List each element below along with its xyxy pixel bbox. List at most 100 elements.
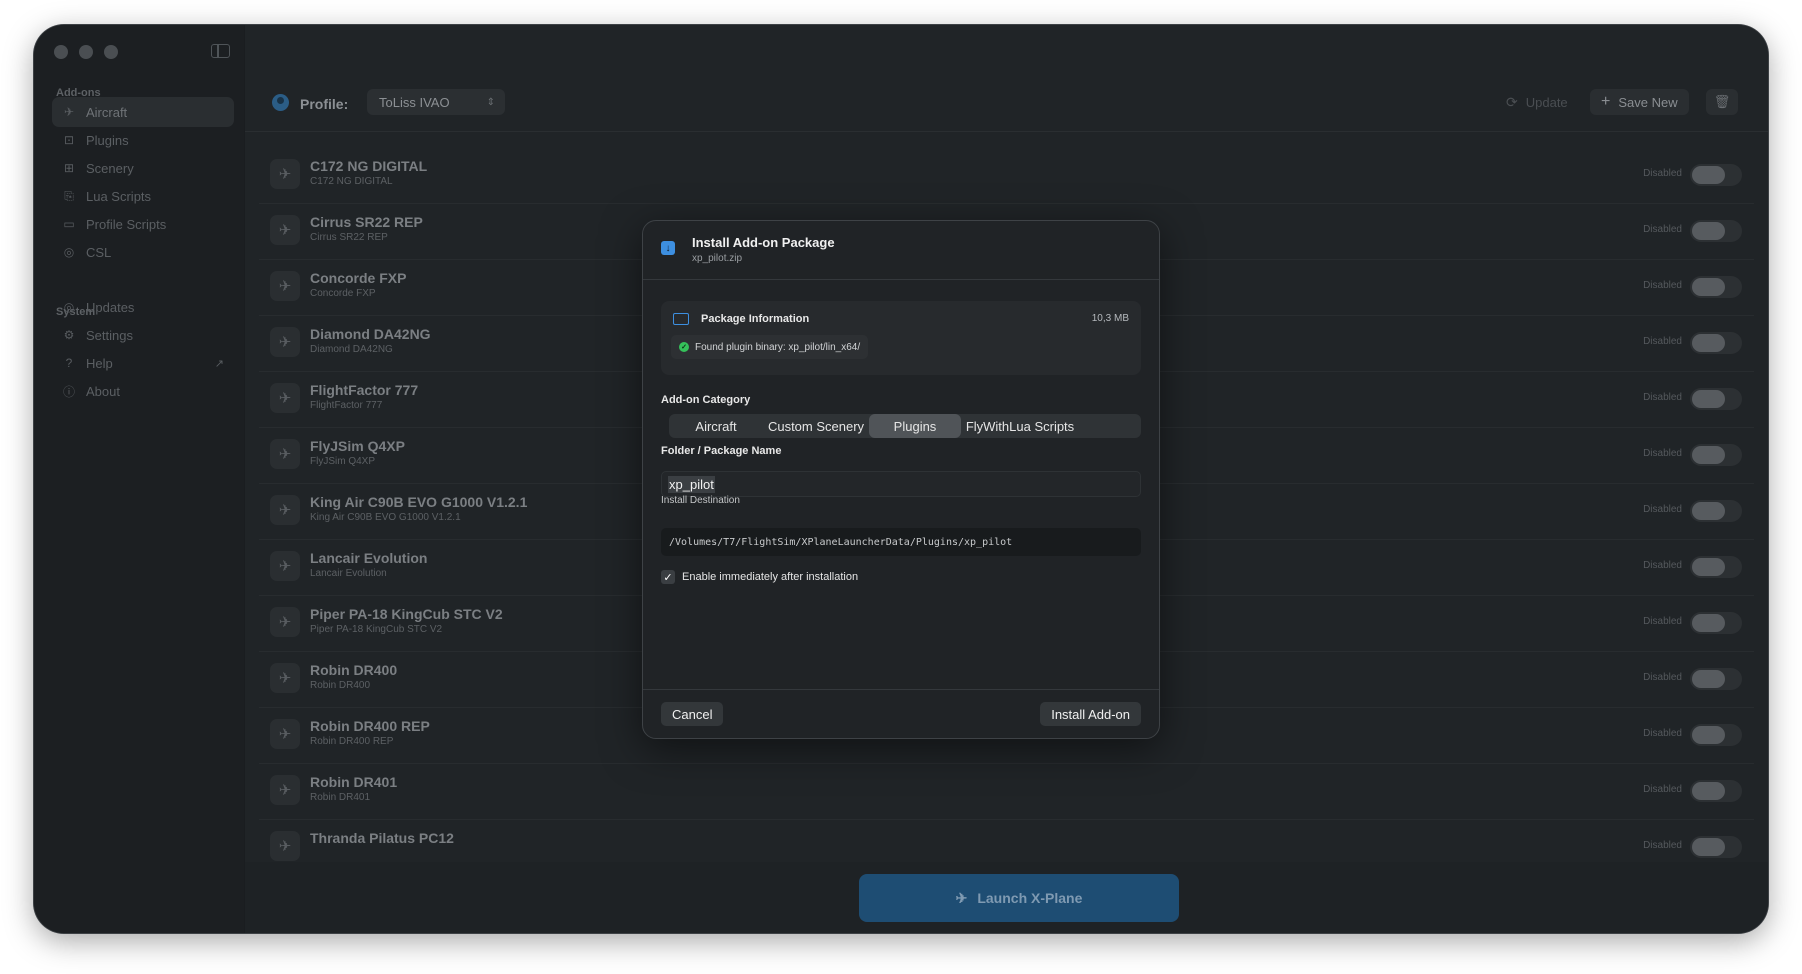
- status-label: Disabled: [1643, 616, 1682, 627]
- sidebar-item-about[interactable]: ⓘ About: [52, 376, 234, 406]
- close-window-button[interactable]: [54, 45, 68, 59]
- status-label: Disabled: [1643, 784, 1682, 795]
- sidebar-item-scenery[interactable]: ⊞ Scenery: [52, 153, 234, 183]
- aircraft-folder: Concorde FXP: [310, 288, 376, 299]
- airplane-icon: ✈: [270, 215, 300, 245]
- gear-icon: ⚙: [63, 328, 75, 342]
- airplane-icon: ✈: [270, 775, 300, 805]
- aircraft-folder: FlyJSim Q4XP: [310, 456, 376, 467]
- trash-icon: 🗑: [1713, 94, 1731, 109]
- aircraft-row[interactable]: ✈ Robin DR401 Robin DR401 Disabled: [259, 763, 1754, 820]
- sidebar-item-settings[interactable]: ⚙ Settings: [52, 320, 234, 350]
- enable-toggle[interactable]: [1690, 500, 1742, 522]
- category-aircraft[interactable]: Aircraft: [669, 414, 763, 438]
- status-label: Disabled: [1643, 336, 1682, 347]
- install-addon-button[interactable]: Install Add-on: [1040, 702, 1141, 726]
- enable-toggle[interactable]: [1690, 164, 1742, 186]
- sidebar-item-label: Plugins: [86, 132, 129, 148]
- help-icon: ?: [65, 356, 73, 370]
- enable-toggle[interactable]: [1690, 444, 1742, 466]
- airplane-icon: ✈: [270, 663, 300, 693]
- aircraft-name: FlightFactor 777: [310, 382, 419, 398]
- enable-toggle[interactable]: [1690, 276, 1742, 298]
- save-new-button[interactable]: + Save New: [1590, 89, 1689, 115]
- aircraft-name: Robin DR401: [310, 774, 398, 790]
- status-label: Disabled: [1643, 392, 1682, 403]
- enable-checkbox[interactable]: ✓: [661, 570, 675, 584]
- sidebar-item-label: Help: [86, 355, 113, 371]
- enable-toggle[interactable]: [1690, 220, 1742, 242]
- dialog-filename: xp_pilot.zip: [692, 253, 743, 264]
- aircraft-folder: Piper PA-18 KingCub STC V2: [310, 624, 443, 635]
- status-label: Disabled: [1643, 280, 1682, 291]
- enable-toggle[interactable]: [1690, 836, 1742, 858]
- refresh-icon: ⟳: [1506, 93, 1518, 110]
- install-destination-field[interactable]: /Volumes/T7/FlightSim/XPlaneLauncherData…: [661, 528, 1141, 556]
- minimize-window-button[interactable]: [79, 45, 93, 59]
- sidebar-toggle-icon[interactable]: [211, 44, 230, 58]
- airplane-launch-icon: ✈: [955, 889, 968, 906]
- download-box-icon: ↓: [661, 241, 675, 255]
- aircraft-name: Robin DR400 REP: [310, 718, 430, 734]
- category-flywithlua-scripts[interactable]: FlyWithLua Scripts: [961, 414, 1079, 438]
- category-plugins[interactable]: Plugins: [869, 414, 961, 438]
- zoom-window-button[interactable]: [104, 45, 118, 59]
- aircraft-row[interactable]: ✈ Thranda Pilatus PC12 Disabled: [259, 819, 1754, 862]
- category-segmented-control: Aircraft Custom Scenery Plugins FlyWithLua …: [669, 414, 1141, 438]
- map-icon: ⊞: [63, 161, 75, 175]
- enable-toggle[interactable]: [1690, 612, 1742, 634]
- install-destination-label: Install Destination: [661, 495, 740, 506]
- category-custom-scenery[interactable]: Custom Scenery: [763, 414, 869, 438]
- check-circle-icon: ✓: [679, 342, 689, 352]
- update-button[interactable]: ⟳ Update: [1495, 89, 1579, 115]
- enable-toggle[interactable]: [1690, 668, 1742, 690]
- enable-toggle[interactable]: [1690, 780, 1742, 802]
- enable-toggle[interactable]: [1690, 332, 1742, 354]
- enable-toggle[interactable]: [1690, 556, 1742, 578]
- launch-xplane-button[interactable]: ✈ Launch X-Plane: [859, 874, 1179, 922]
- plugin-icon: ⊡: [63, 133, 75, 147]
- sidebar-item-aircraft[interactable]: ✈ Aircraft: [52, 97, 234, 127]
- aircraft-name: Thranda Pilatus PC12: [310, 830, 454, 846]
- enable-after-install-option[interactable]: ✓ Enable immediately after installation: [661, 570, 858, 584]
- found-binary-badge: ✓ Found plugin binary: xp_pilot/lin_x64/: [671, 335, 869, 359]
- profile-label: Profile:: [300, 96, 349, 112]
- package-name-label: Folder / Package Name: [661, 445, 782, 457]
- status-label: Disabled: [1643, 448, 1682, 459]
- sidebar-item-label: Aircraft: [86, 104, 128, 120]
- updates-icon: ◎: [63, 300, 75, 314]
- sidebar-item-plugins[interactable]: ⊡ Plugins: [52, 125, 234, 155]
- sidebar-item-updates[interactable]: ◎ Updates: [52, 292, 234, 322]
- delete-profile-button[interactable]: 🗑: [1706, 89, 1738, 115]
- sidebar-item-profile-scripts[interactable]: ▭ Profile Scripts: [52, 209, 234, 239]
- sidebar-item-label: CSL: [86, 244, 112, 260]
- aircraft-name: Concorde FXP: [310, 270, 407, 286]
- aircraft-name: Lancair Evolution: [310, 550, 428, 566]
- enable-toggle[interactable]: [1690, 388, 1742, 410]
- sidebar: Add-ons ✈ Aircraft ⊡ Plugins ⊞ Scenery ⎘ Lua Sc…: [34, 25, 245, 933]
- profile-select[interactable]: ToLiss IVAO ⇕: [367, 89, 505, 115]
- cancel-button[interactable]: Cancel: [661, 702, 724, 726]
- sidebar-item-help[interactable]: ? Help ↗: [52, 348, 234, 378]
- aircraft-folder: Robin DR400 REP: [310, 736, 394, 747]
- launch-label: Launch X-Plane: [977, 890, 1083, 906]
- save-new-label: Save New: [1618, 94, 1678, 110]
- package-name-input[interactable]: xp_pilot: [661, 471, 1141, 497]
- airplane-icon: ✈: [270, 607, 300, 637]
- airplane-icon: ✈: [270, 271, 300, 301]
- traffic-lights: [54, 45, 118, 59]
- enable-toggle[interactable]: [1690, 724, 1742, 746]
- script-icon: ⎘: [64, 188, 74, 203]
- aircraft-name: Diamond DA42NG: [310, 326, 431, 342]
- sidebar-item-csl[interactable]: ◎ CSL: [52, 237, 234, 267]
- package-name-value: xp_pilot: [668, 475, 715, 493]
- aircraft-folder: Diamond DA42NG: [310, 344, 393, 355]
- airplane-icon: ✈: [270, 719, 300, 749]
- dialog-header: ↓ Install Add-on Package xp_pilot.zip: [643, 221, 1159, 280]
- status-label: Disabled: [1643, 672, 1682, 683]
- airplane-icon: ✈: [270, 327, 300, 357]
- aircraft-row[interactable]: ✈ C172 NG DIGITAL C172 NG DIGITAL Disabled: [259, 147, 1754, 204]
- sidebar-item-lua-scripts[interactable]: ⎘ Lua Scripts: [52, 181, 234, 211]
- airplane-icon: ✈: [270, 551, 300, 581]
- package-info-title: Package Information: [701, 313, 810, 325]
